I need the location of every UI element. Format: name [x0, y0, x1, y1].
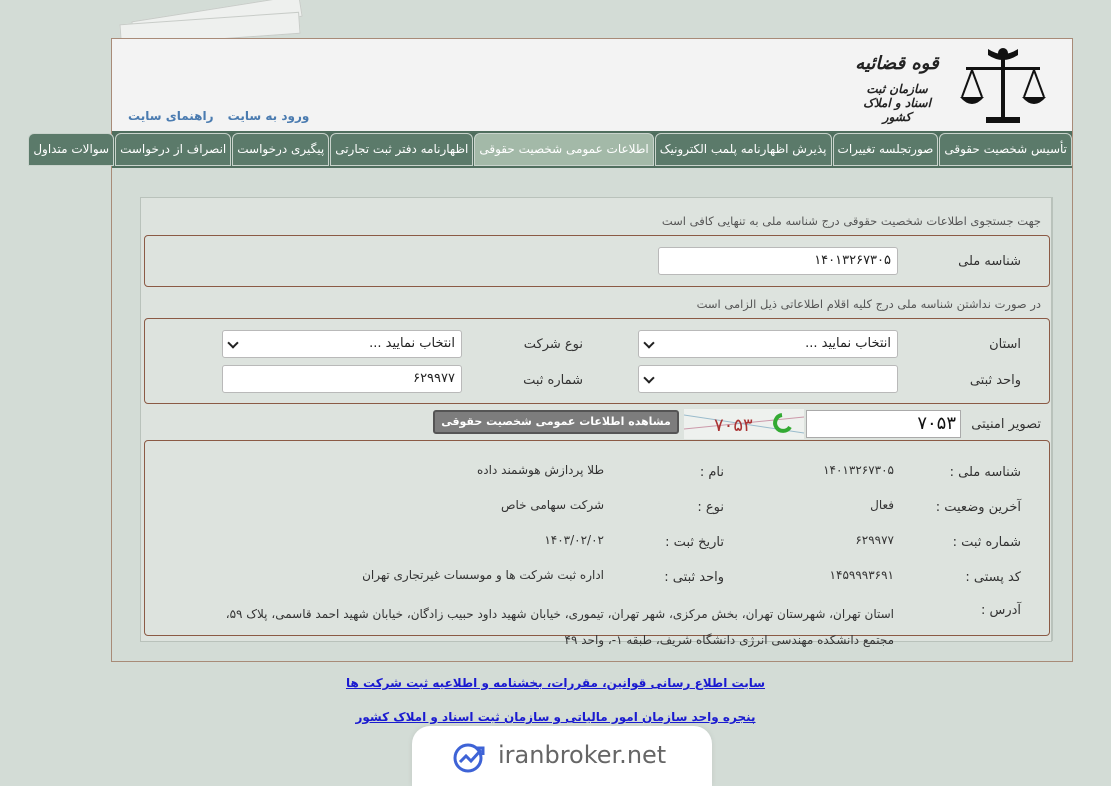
main-menu: تأسیس شخصیت حقوقی صورتجلسه تغییرات پذیرش… [28, 131, 1072, 168]
national-id-label: شناسه ملی [958, 254, 1021, 269]
login-link[interactable]: ورود به سایت [228, 109, 310, 123]
result-unit: اداره ثبت شرکت ها و موسسات غیرتجاری تهرا… [362, 568, 604, 582]
company-type-select[interactable]: انتخاب نمایید ... [222, 330, 462, 358]
result-national-id: ۱۴۰۱۳۲۶۷۳۰۵ [823, 463, 894, 477]
result-name-label: نام : [699, 465, 724, 480]
result-reg-date-label: تاریخ ثبت : [665, 535, 724, 550]
view-public-info-button[interactable]: مشاهده اطلاعات عمومی شخصیت حقوقی [433, 410, 679, 434]
site-guide-link[interactable]: راهنمای سایت [128, 109, 213, 123]
watermark-text: iranbroker.net [498, 741, 667, 769]
result-address-label: آدرس : [980, 603, 1021, 618]
note-national-id: جهت جستجوی اطلاعات شخصیت حقوقی درج شناسه… [661, 214, 1041, 228]
captcha-label: تصویر امنیتی [971, 417, 1041, 432]
tab-commercial-register[interactable]: اظهارنامه دفتر ثبت تجارتی [330, 133, 474, 166]
note-required: در صورت نداشتن شناسه ملی درج کلیه اقلام … [696, 297, 1041, 311]
captcha-image-text: ۷۰۵۳ [714, 415, 753, 436]
brand-title: قوه قضائیه [855, 53, 939, 74]
result-reg-no-label: شماره ثبت : [952, 535, 1021, 550]
unit-select[interactable] [638, 365, 898, 393]
tab-electronic-seal[interactable]: پذیرش اظهارنامه پلمب الکترونیک [654, 133, 832, 166]
tab-public-info[interactable]: اطلاعات عمومی شخصیت حقوقی [474, 133, 654, 166]
result-type: شرکت سهامی خاص [500, 498, 604, 512]
result-status-label: آخرین وضعیت : [935, 500, 1021, 515]
captcha-input[interactable]: ۷۰۵۳ [806, 410, 961, 438]
chevron-down-icon [643, 372, 655, 384]
captcha-image: ۷۰۵۳ [684, 409, 804, 439]
watermark: iranbroker.net [412, 726, 712, 786]
scales-of-justice-logo-icon [960, 48, 1046, 123]
company-type-label: نوع شرکت [523, 337, 583, 352]
national-id-box: شناسه ملی ۱۴۰۱۳۲۶۷۳۰۵ [144, 235, 1050, 287]
brand: قوه قضائیه سازمان ثبت اسناد و املاک کشور [852, 53, 942, 124]
national-id-input[interactable]: ۱۴۰۱۳۲۶۷۳۰۵ [658, 247, 898, 275]
growth-chart-icon [453, 743, 485, 773]
result-status: فعال [870, 498, 894, 512]
province-select[interactable]: انتخاب نمایید ... [638, 330, 898, 358]
search-form: جهت جستجوی اطلاعات شخصیت حقوقی درج شناسه… [140, 197, 1052, 647]
top-links: ورود به سایت راهنمای سایت [118, 109, 309, 123]
reg-no-label: شماره ثبت [523, 373, 583, 388]
result-postal: ۱۴۵۹۹۹۳۶۹۱ [829, 568, 894, 582]
result-address: استان تهران، شهرستان تهران، بخش مرکزی، ش… [225, 607, 894, 647]
tab-change-minutes[interactable]: صورتجلسه تغییرات [832, 133, 939, 166]
tax-window-link[interactable]: پنجره واحد سازمان امور مالیاتی و سازمان … [0, 710, 1111, 724]
laws-info-link[interactable]: سایت اطلاع رسانی قوانین، مقررات، بخشنامه… [0, 676, 1111, 690]
result-type-label: نوع : [697, 500, 724, 515]
details-box: استان انتخاب نمایید ... نوع شرکت انتخاب … [144, 318, 1050, 404]
result-box: شناسه ملی : ۱۴۰۱۳۲۶۷۳۰۵ نام : طلا پردازش… [144, 440, 1050, 647]
province-select-value: انتخاب نمایید ... [805, 336, 891, 351]
chevron-down-icon [643, 337, 655, 349]
result-name: طلا پردازش هوشمند داده [477, 463, 604, 477]
unit-label: واحد ثبتی [969, 373, 1021, 388]
result-postal-label: کد پستی : [965, 570, 1021, 585]
site-header: قوه قضائیه سازمان ثبت اسناد و املاک کشور… [112, 39, 1072, 131]
brand-subtitle: سازمان ثبت اسناد و املاک کشور [863, 82, 931, 124]
captcha-noise-icon: ۷۰۵۳ [684, 409, 804, 439]
tab-track-request[interactable]: پیگیری درخواست [232, 133, 330, 166]
tab-cancel-request[interactable]: انصراف از درخواست [115, 133, 232, 166]
province-label: استان [989, 337, 1021, 352]
result-reg-no: ۶۲۹۹۷۷ [855, 533, 894, 547]
tab-establish-entity[interactable]: تأسیس شخصیت حقوقی [939, 133, 1072, 166]
reg-no-input[interactable]: ۶۲۹۹۷۷ [222, 365, 462, 393]
result-unit-label: واحد ثبتی : [664, 570, 724, 585]
result-reg-date: ۱۴۰۳/۰۲/۰۲ [544, 533, 604, 547]
chevron-down-icon [227, 337, 239, 349]
result-national-id-label: شناسه ملی : [949, 465, 1021, 480]
tab-faq[interactable]: سوالات متداول [28, 133, 115, 166]
company-type-select-value: انتخاب نمایید ... [369, 336, 455, 351]
